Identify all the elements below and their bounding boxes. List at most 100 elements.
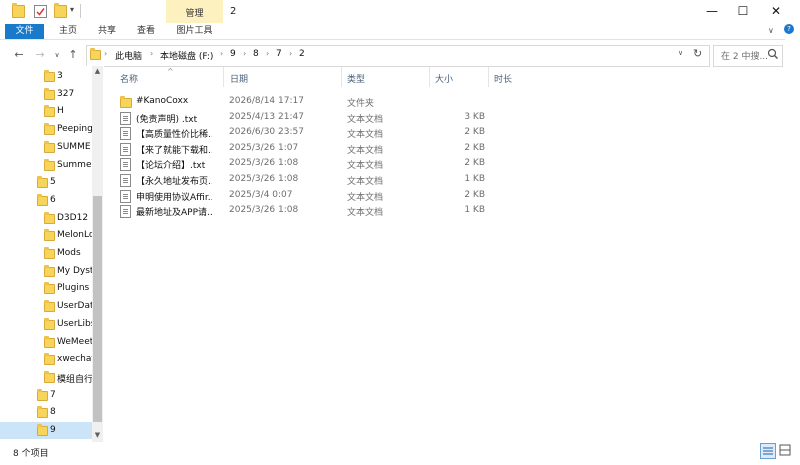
back-button[interactable]: ← (12, 47, 26, 63)
file-date: 2025/3/26 1:08 (229, 174, 299, 184)
tab-share[interactable]: 共享 (92, 24, 122, 39)
file-size: 1 KB (464, 205, 485, 216)
breadcrumb-7[interactable]: 7 (276, 49, 282, 59)
new-folder-icon[interactable] (54, 3, 67, 18)
nav-item[interactable]: 7 (0, 387, 92, 404)
file-name: (免责声明) .txt (136, 114, 198, 125)
nav-item-label: MelonLo (57, 230, 92, 241)
nav-item[interactable]: MelonLo (0, 227, 92, 244)
file-row[interactable]: 最新地址及APP请... 2025/3/26 1:08 文本文档 1 KB (116, 202, 516, 219)
nav-item[interactable]: UserLibs (0, 316, 92, 333)
file-row[interactable]: 【来了就能下载和... 2025/3/26 1:07 文本文档 2 KB (116, 140, 516, 156)
nav-item[interactable]: Summer (0, 157, 92, 174)
file-row[interactable]: 【论坛介绍】.txt 2025/3/26 1:08 文本文档 2 KB (116, 155, 516, 172)
folder-icon (44, 140, 55, 153)
nav-item[interactable]: 9 (0, 422, 92, 439)
file-name: 【论坛介绍】.txt (136, 161, 206, 172)
nav-item[interactable]: Mods (0, 245, 92, 262)
column-divider[interactable] (223, 67, 224, 87)
up-button[interactable]: ↑ (66, 47, 80, 63)
nav-item[interactable]: My Dyst (0, 263, 92, 280)
column-divider[interactable] (429, 67, 430, 87)
chevron-right-icon: › (104, 49, 108, 58)
forward-button[interactable]: → (33, 47, 47, 63)
nav-item[interactable]: 8 (0, 404, 92, 421)
nav-item[interactable]: 327 (0, 86, 92, 103)
tab-file[interactable]: 文件 (5, 24, 44, 39)
expand-ribbon-icon[interactable]: ∨ (768, 26, 774, 35)
details-view-button[interactable] (760, 443, 776, 459)
file-row[interactable]: 【永久地址发布页... 2025/3/26 1:08 文本文档 1 KB (116, 171, 516, 187)
recent-locations-button[interactable]: ∨ (50, 47, 64, 63)
file-type: 文本文档 (347, 161, 384, 172)
nav-item-label: SUMME (57, 141, 91, 152)
nav-item[interactable]: D3D12 (0, 210, 92, 227)
folder-icon (44, 353, 55, 366)
title-bar (0, 0, 800, 23)
chevron-right-icon: › (289, 49, 293, 58)
file-name: 最新地址及APP请... (136, 208, 212, 219)
nav-item[interactable]: SUMME (0, 139, 92, 156)
nav-item[interactable]: 模组自行 (0, 369, 92, 386)
folder-icon (37, 176, 48, 189)
column-header-type[interactable]: 类型 (347, 72, 365, 85)
file-row[interactable]: 申明使用协议Affir... 2025/3/4 0:07 文本文档 2 KB (116, 187, 516, 203)
breadcrumb-8[interactable]: 8 (253, 49, 259, 59)
nav-item-label: 327 (57, 88, 75, 99)
file-row[interactable]: (免责声明) .txt 2025/4/13 21:47 文本文档 3 KB (116, 109, 516, 125)
quick-access-dropdown-icon[interactable]: ▾ (70, 5, 74, 14)
folder-icon (44, 300, 55, 313)
column-divider[interactable] (341, 67, 342, 87)
nav-scrollbar-thumb[interactable] (93, 196, 102, 422)
breadcrumb-drive-f[interactable]: 本地磁盘 (F:) (160, 49, 213, 62)
nav-item[interactable]: Peeping (0, 121, 92, 138)
folder-icon (44, 105, 55, 118)
nav-item[interactable]: UserDat (0, 298, 92, 315)
scroll-up-icon[interactable]: ▲ (92, 66, 103, 77)
breadcrumb-9[interactable]: 9 (230, 49, 236, 59)
text-file-icon (120, 174, 131, 187)
search-input[interactable]: 在 2 中搜... (721, 49, 768, 62)
breadcrumb-2[interactable]: 2 (299, 49, 305, 59)
chevron-right-icon: › (266, 49, 270, 58)
properties-icon[interactable] (34, 5, 47, 18)
large-icons-view-button[interactable] (778, 443, 792, 457)
file-name: #KanoCoxx (136, 96, 189, 106)
help-icon[interactable]: ? (784, 24, 794, 34)
file-row[interactable]: 【高质量性价比稀... 2026/6/30 23:57 文本文档 2 KB (116, 124, 516, 141)
minimize-button[interactable]: — (695, 0, 729, 23)
file-type: 文本文档 (347, 145, 384, 156)
nav-item[interactable]: xwechat (0, 351, 92, 368)
column-divider[interactable] (488, 67, 489, 87)
folder-icon (44, 282, 55, 295)
nav-item-label: My Dyst (57, 265, 92, 276)
nav-item[interactable]: 6 (0, 192, 92, 209)
tab-home[interactable]: 主页 (53, 24, 83, 39)
column-header-date[interactable]: 日期 (230, 72, 248, 85)
column-header-name[interactable]: 名称 (120, 72, 138, 85)
nav-item-label: 7 (50, 389, 56, 400)
breadcrumb-this-pc[interactable]: 此电脑 (115, 49, 142, 62)
tab-view[interactable]: 查看 (131, 24, 161, 39)
refresh-button[interactable]: ↻ (693, 47, 702, 60)
file-type: 文本文档 (347, 192, 384, 203)
nav-item[interactable]: WeMeet (0, 334, 92, 351)
column-header-size[interactable]: 大小 (435, 72, 453, 85)
file-row[interactable]: #KanoCoxx 2026/8/14 17:17 文件夹 (116, 93, 516, 109)
nav-item[interactable]: 5 (0, 174, 92, 191)
nav-item-label: Summer (57, 159, 92, 170)
chevron-right-icon: › (220, 49, 224, 58)
tab-manage[interactable]: 管理 (166, 0, 223, 23)
nav-item-label: Peeping (57, 124, 92, 135)
nav-item[interactable]: H (0, 103, 92, 120)
maximize-button[interactable]: ☐ (726, 0, 760, 23)
nav-item[interactable]: 3 (0, 68, 92, 85)
nav-item[interactable]: Plugins (0, 280, 92, 297)
file-name: 【来了就能下载和... (136, 145, 212, 156)
folder-icon[interactable] (12, 3, 25, 18)
tab-picture-tools[interactable]: 图片工具 (166, 24, 223, 39)
close-button[interactable]: ✕ (759, 0, 793, 23)
scroll-down-icon[interactable]: ▼ (92, 430, 103, 441)
address-dropdown-button[interactable]: ∨ (678, 49, 683, 57)
column-header-length[interactable]: 时长 (494, 72, 512, 85)
